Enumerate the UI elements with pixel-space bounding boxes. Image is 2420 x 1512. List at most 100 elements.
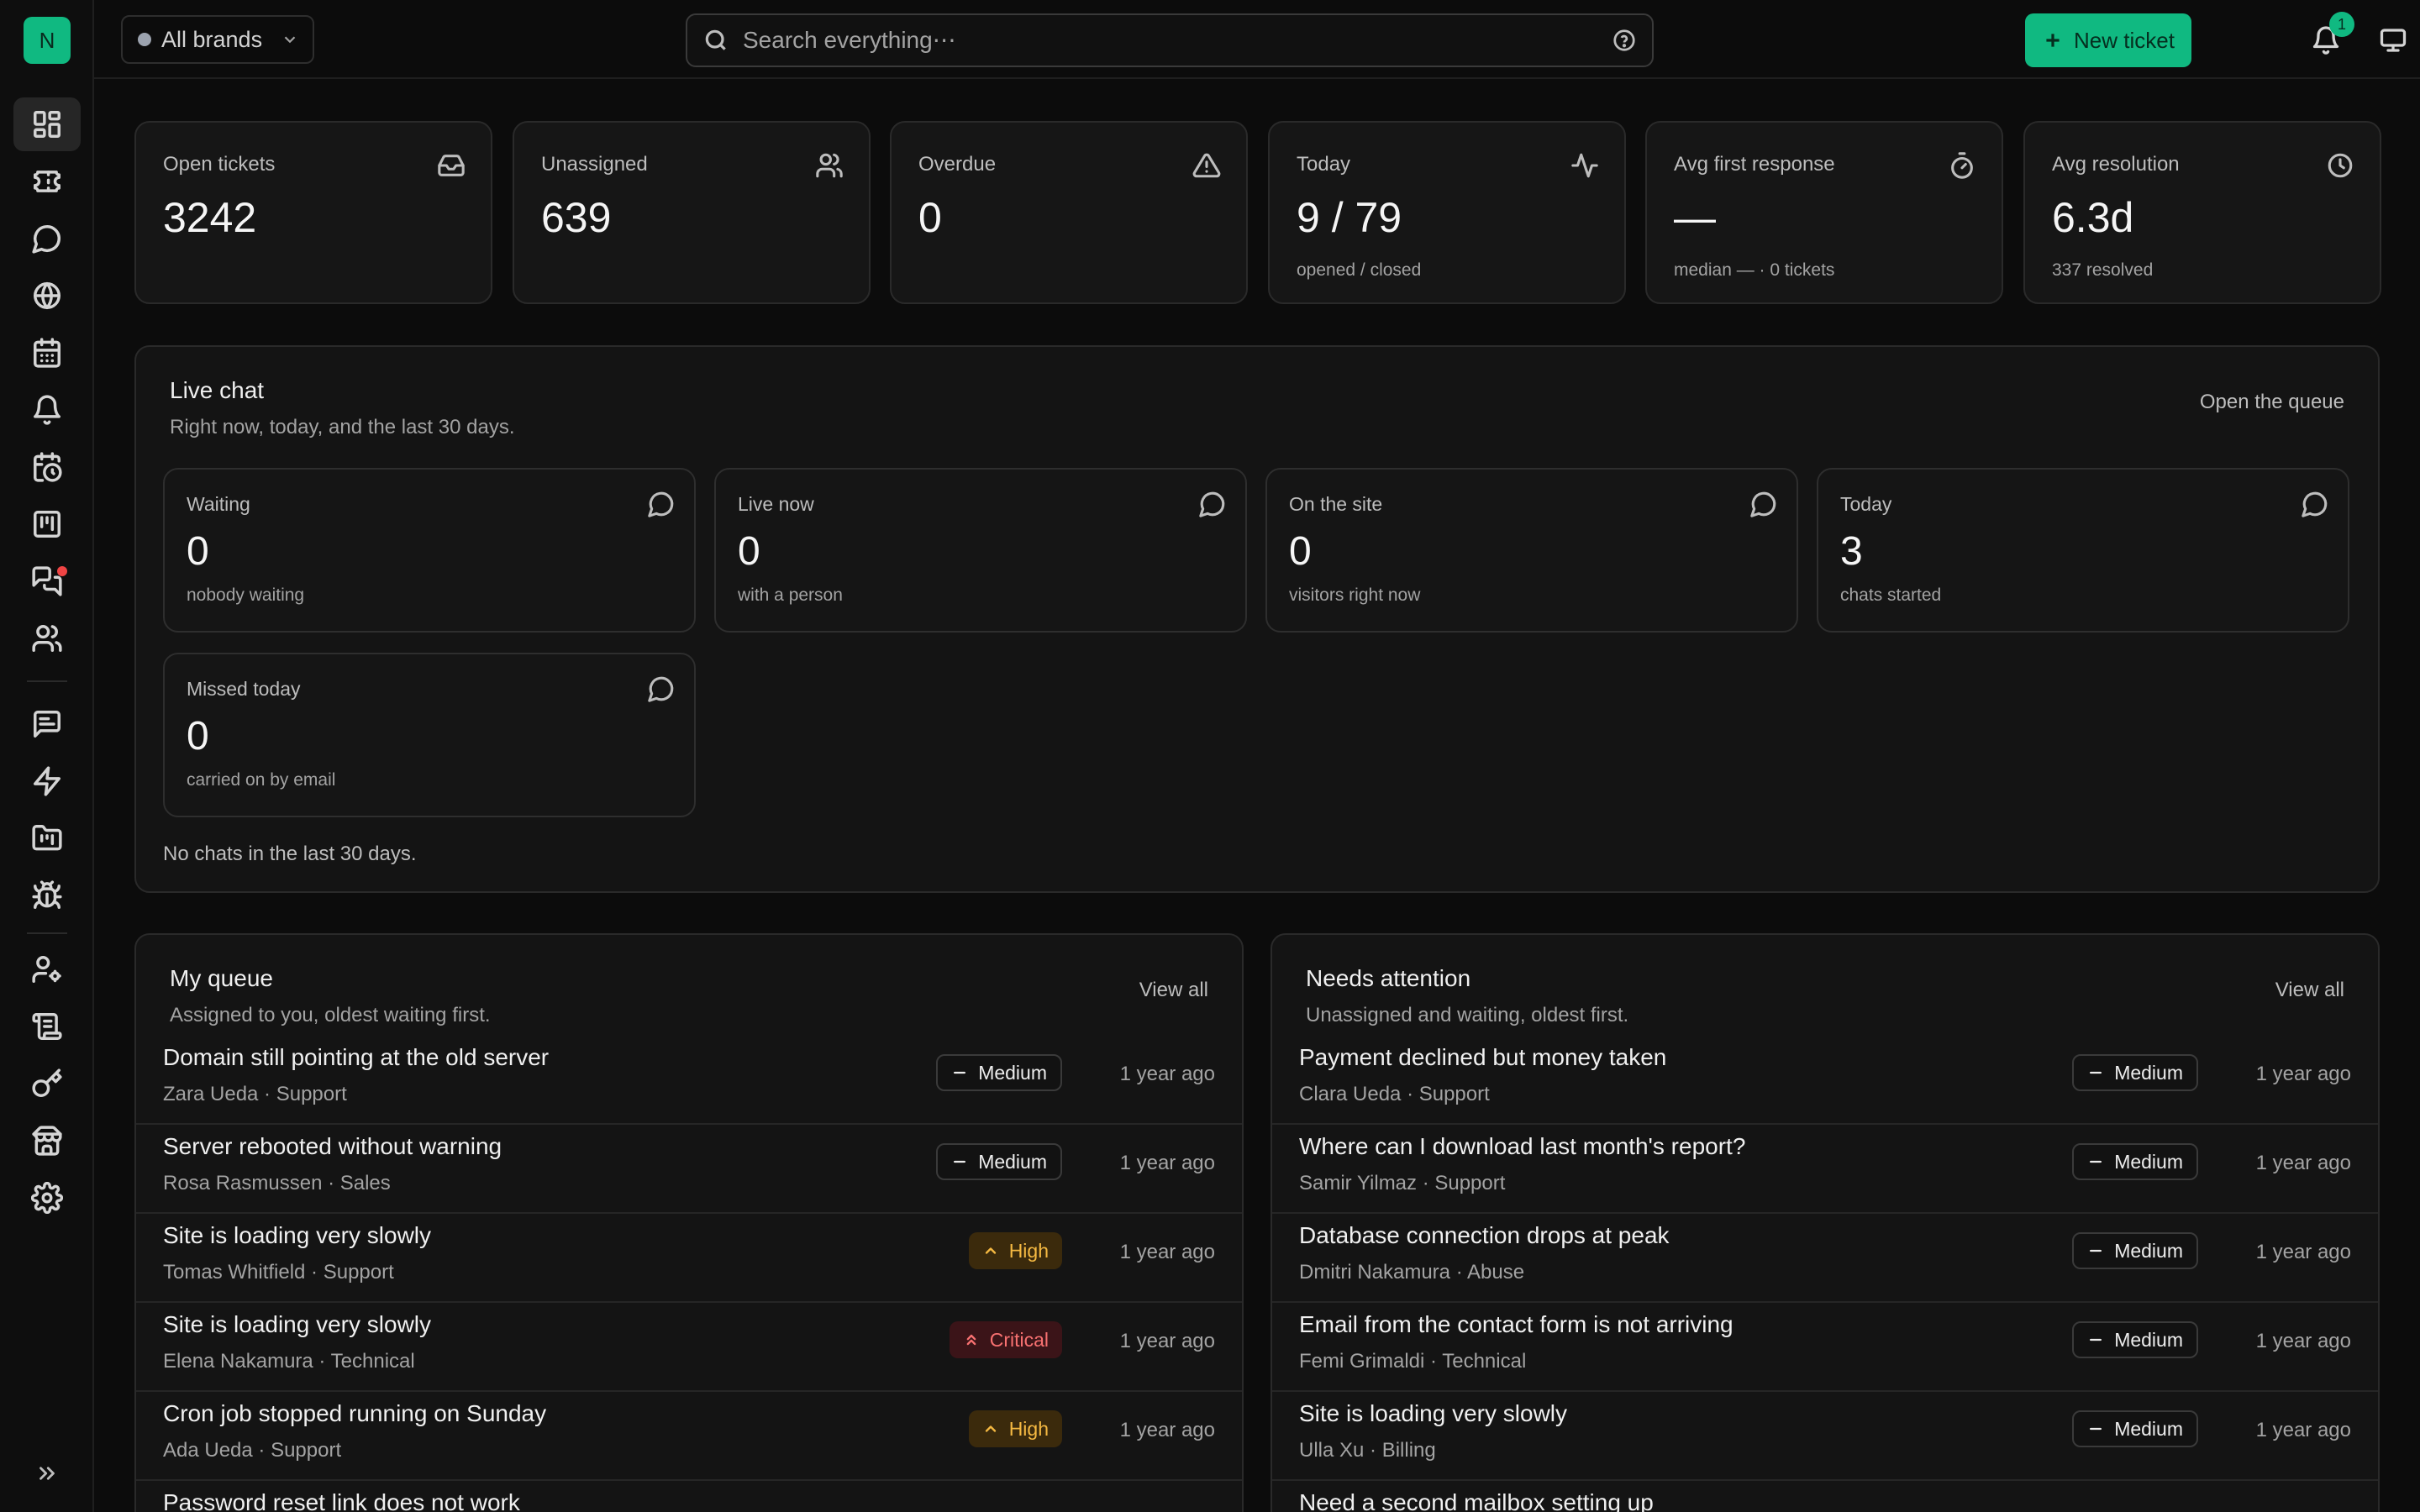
live-chat-card-value: 0 — [187, 714, 209, 759]
stat-card[interactable]: Avg resolution 6.3d 337 resolved — [2023, 121, 2381, 304]
live-chat-title: Live chat — [170, 377, 265, 403]
ticket-age: 1 year ago — [1119, 1330, 1215, 1352]
search-input[interactable] — [743, 27, 1598, 54]
sidebar-item-user-cog[interactable] — [13, 942, 81, 996]
sidebar-item-globe[interactable] — [13, 269, 81, 323]
globe-icon — [34, 282, 60, 309]
message-circle-icon — [648, 491, 674, 517]
notifications-button[interactable]: 1 — [2304, 12, 2354, 62]
sidebar-item-users[interactable] — [13, 612, 81, 665]
chevrons-right-icon[interactable] — [13, 1446, 81, 1500]
ticket-age: 1 year ago — [2255, 1152, 2351, 1174]
chat-bubble-icon — [32, 225, 60, 254]
priority-label: Medium — [978, 1061, 1047, 1084]
stat-card[interactable]: Today 9 / 79 opened / closed — [1268, 121, 1626, 304]
sidebar-item-store[interactable] — [13, 1114, 81, 1168]
minus-icon — [2090, 1160, 2102, 1163]
ticket-age: 1 year ago — [1119, 1063, 1215, 1085]
monitor-icon — [2380, 29, 2407, 52]
sidebar-divider — [27, 932, 67, 934]
stat-card[interactable]: Unassigned 639 — [513, 121, 871, 304]
bug-icon — [32, 880, 62, 909]
stat-label: Today — [1297, 153, 1351, 176]
my-queue-view-all[interactable]: View all — [1139, 979, 1208, 1002]
open-queue-link[interactable]: Open the queue — [2200, 391, 2344, 414]
sidebar-item-dashboard[interactable] — [13, 97, 81, 151]
my-queue-title: My queue — [170, 965, 273, 991]
sidebar-item-calendar-clock[interactable] — [13, 440, 81, 494]
live-chat-panel: Live chat Right now, today, and the last… — [134, 345, 2380, 893]
live-chat-card-value: 0 — [1289, 529, 1312, 574]
ticket-title: Need a second mailbox setting up — [1299, 1489, 1654, 1512]
new-ticket-button[interactable]: New ticket — [2025, 13, 2191, 67]
alert-triangle-icon — [1192, 153, 1221, 178]
sidebar-item-scroll[interactable] — [13, 1000, 81, 1053]
ticket-row[interactable]: Site is loading very slowly Elena Nakamu… — [136, 1303, 1242, 1392]
ticket-title: Password reset link does not work — [163, 1489, 520, 1512]
live-chat-card[interactable]: Today 3 chats started — [1817, 468, 2349, 633]
priority-label: Medium — [2114, 1239, 2183, 1262]
sidebar-item-ticket[interactable] — [13, 155, 81, 208]
activity-icon — [1571, 153, 1598, 178]
display-button[interactable] — [2371, 18, 2415, 62]
priority-badge: Medium — [2072, 1232, 2198, 1269]
sidebar-item-bell[interactable] — [13, 383, 81, 437]
sidebar-divider — [27, 680, 67, 682]
sidebar-item-zap[interactable] — [13, 754, 81, 808]
ticket-row[interactable]: Domain still pointing at the old server … — [136, 1036, 1242, 1125]
ticket-title: Payment declined but money taken — [1299, 1044, 1667, 1070]
sidebar-item-bug[interactable] — [13, 869, 81, 922]
ticket-meta: Femi Grimaldi · Technical — [1299, 1350, 1527, 1373]
ticket-row[interactable]: Site is loading very slowly Ulla Xu · Bi… — [1272, 1392, 2378, 1481]
ticket-row[interactable]: Site is loading very slowly Tomas Whitfi… — [136, 1214, 1242, 1303]
message-circle-icon — [2302, 491, 2328, 517]
ticket-row[interactable]: Need a second mailbox setting up — [1272, 1481, 2378, 1512]
ticket-age: 1 year ago — [1119, 1152, 1215, 1174]
brand-select[interactable]: All brands — [121, 15, 314, 64]
ticket-meta: Rosa Rasmussen · Sales — [163, 1172, 391, 1194]
ticket-row[interactable]: Server rebooted without warning Rosa Ras… — [136, 1125, 1242, 1214]
sidebar-item-chat-bubble[interactable] — [13, 212, 81, 265]
sidebar-item-folder-chart[interactable] — [13, 811, 81, 865]
folder-chart-icon — [32, 825, 62, 851]
sidebar-item-key[interactable] — [13, 1057, 81, 1110]
live-chat-card[interactable]: On the site 0 visitors right now — [1265, 468, 1798, 633]
ticket-title: Site is loading very slowly — [163, 1222, 432, 1248]
users-icon — [816, 153, 843, 178]
stat-card[interactable]: Overdue 0 — [890, 121, 1248, 304]
priority-badge: Medium — [2072, 1410, 2198, 1447]
ticket-row[interactable]: Password reset link does not work — [136, 1481, 1242, 1512]
priority-label: Medium — [2114, 1417, 2183, 1440]
sidebar-item-kanban[interactable] — [13, 497, 81, 551]
notification-badge: 1 — [2329, 12, 2354, 37]
ticket-icon — [34, 171, 60, 192]
stat-sub: 337 resolved — [2052, 260, 2154, 280]
ticket-row[interactable]: Payment declined but money taken Clara U… — [1272, 1036, 2378, 1125]
stat-card[interactable]: Avg first response — median — · 0 ticket… — [1645, 121, 2003, 304]
minus-icon — [2090, 1338, 2102, 1341]
needs-attention-view-all[interactable]: View all — [2275, 979, 2344, 1002]
help-circle-icon[interactable] — [1612, 28, 1637, 53]
sidebar-item-messages[interactable] — [13, 554, 81, 608]
minus-icon — [2090, 1427, 2102, 1431]
live-chat-card-label: Today — [1840, 493, 1892, 515]
live-chat-card-value: 0 — [187, 529, 209, 574]
stat-value: — — [1674, 194, 1716, 241]
workspace-logo[interactable]: N — [24, 17, 71, 64]
sidebar-item-settings[interactable] — [13, 1171, 81, 1225]
ticket-title: Server rebooted without warning — [163, 1133, 502, 1159]
live-chat-card[interactable]: Waiting 0 nobody waiting — [163, 468, 696, 633]
stat-card[interactable]: Open tickets 3242 — [134, 121, 492, 304]
ticket-row[interactable]: Where can I download last month's report… — [1272, 1125, 2378, 1214]
minus-icon — [954, 1071, 966, 1074]
ticket-row[interactable]: Database connection drops at peak Dmitri… — [1272, 1214, 2378, 1303]
priority-badge: High — [968, 1410, 1062, 1447]
ticket-row[interactable]: Email from the contact form is not arriv… — [1272, 1303, 2378, 1392]
live-chat-card[interactable]: Missed today 0 carried on by email — [163, 653, 696, 817]
live-chat-card[interactable]: Live now 0 with a person — [714, 468, 1247, 633]
new-ticket-label: New ticket — [2074, 27, 2175, 53]
sidebar-item-calendar[interactable] — [13, 326, 81, 380]
ticket-meta: Ada Ueda · Support — [163, 1439, 342, 1462]
ticket-row[interactable]: Cron job stopped running on Sunday Ada U… — [136, 1392, 1242, 1481]
sidebar-item-message-square-text[interactable] — [13, 697, 81, 751]
